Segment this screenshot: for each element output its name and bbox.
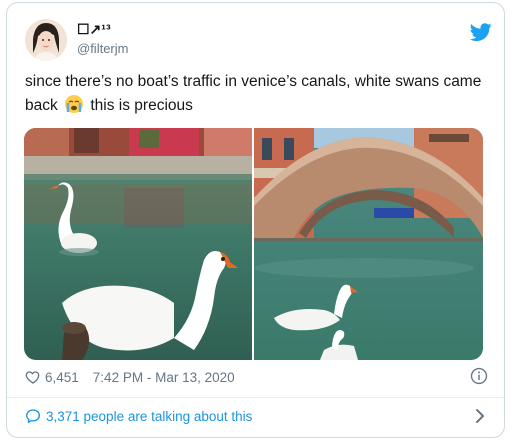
bridge-canal-swans-photo[interactable] [254, 128, 483, 360]
tweet-timestamp[interactable]: 7:42 PM - Mar 13, 2020 [93, 370, 235, 385]
twitter-bird-icon[interactable] [470, 21, 492, 43]
heart-icon[interactable] [25, 369, 41, 385]
display-name[interactable]: ☐↗¹³ [77, 21, 111, 38]
crying-face-emoji-icon [65, 95, 84, 113]
tweet-photos [24, 128, 483, 360]
avatar[interactable] [25, 19, 67, 61]
user-handle[interactable]: @filterjm [77, 41, 128, 56]
like-count[interactable]: 6,451 [45, 370, 79, 385]
chevron-right-icon[interactable] [472, 407, 488, 425]
tweet-meta: 6,451 7:42 PM - Mar 13, 2020 [25, 369, 235, 385]
speech-bubble-icon [26, 409, 40, 423]
swans-canal-photo[interactable] [24, 128, 252, 360]
divider [7, 397, 504, 398]
info-icon[interactable] [470, 367, 488, 385]
conversation-link-label: 3,371 people are talking about this [46, 408, 253, 424]
tweet-text: since there’s no boat’s traffic in venic… [25, 70, 485, 118]
tweet-card[interactable]: ☐↗¹³ @filterjm since there’s no boat’s t… [6, 2, 505, 438]
conversation-link[interactable]: 3,371 people are talking about this [25, 408, 252, 424]
tweet-text-end: this is precious [90, 97, 193, 114]
